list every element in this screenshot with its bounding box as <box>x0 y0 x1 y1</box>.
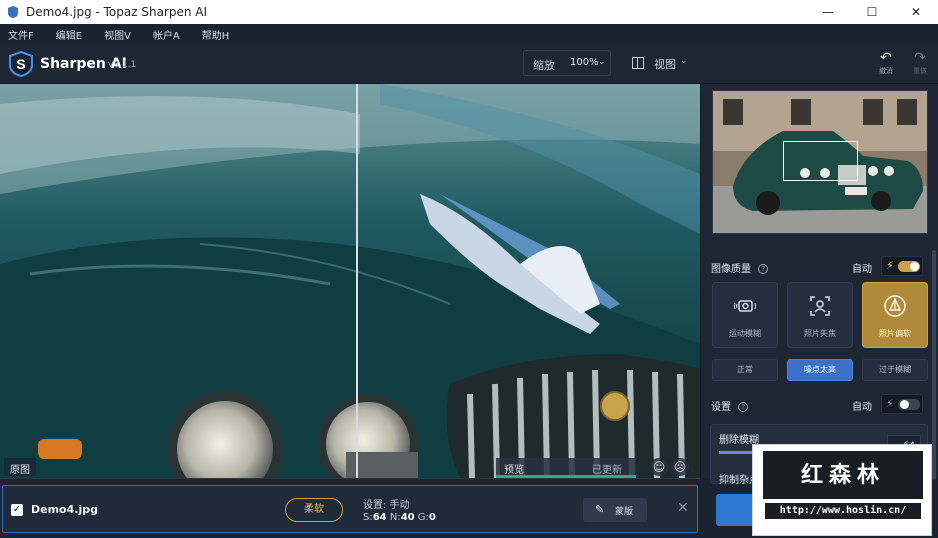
g-label: G: <box>417 512 429 523</box>
view-dropdown[interactable]: 视图 ⌄ <box>622 50 694 76</box>
neutral-face-icon[interactable]: ☹ <box>671 458 689 476</box>
auto-quality-label: 自动 <box>852 264 872 275</box>
menu-edit[interactable]: 编辑E <box>56 27 82 42</box>
undo-label: 撤消 <box>879 67 893 75</box>
preview-status: 预览 已更新 <box>496 458 636 476</box>
settings-title: 设置 ? <box>711 398 749 413</box>
car-photo <box>0 84 700 478</box>
minimize-button[interactable]: — <box>806 0 850 24</box>
happy-face-icon[interactable]: ☺ <box>650 458 668 476</box>
image-quality-title: 图像质量 ? <box>711 260 769 275</box>
menu-account[interactable]: 帐户A <box>153 27 180 42</box>
window-controls: — ☐ ✕ <box>806 0 938 24</box>
redo-label: 重做 <box>913 67 927 75</box>
n-value: 40 <box>400 512 415 523</box>
noise-high-button[interactable]: 噪点太高 <box>787 359 853 381</box>
watermark-title: 红森林 <box>763 451 923 499</box>
lightning-icon: ⚡ <box>886 259 894 272</box>
file-list-bar: ✓ Demo4.jpg 柔软 设置: 手动 S:64 N:40 G:0 ✎ 蒙版… <box>0 478 700 538</box>
mode-out-of-focus-label: 照片失焦 <box>804 329 836 338</box>
mask-label: 蒙版 <box>615 507 634 517</box>
settings-info: 设置: 手动 <box>363 500 410 511</box>
noise-normal-button[interactable]: 正常 <box>712 359 778 381</box>
app-logo-icon <box>8 6 18 18</box>
mode-motion-blur-label: 运动模糊 <box>729 329 761 338</box>
view-label: 视图 <box>654 58 676 71</box>
toggle-knob <box>900 400 909 409</box>
help-icon[interactable]: ? <box>758 264 769 274</box>
window-title: Demo4.jpg - Topaz Sharpen AI <box>26 5 208 19</box>
image-canvas[interactable]: 原图 预览 已更新 ☺ ☹ <box>0 84 700 478</box>
toggle-knob <box>910 262 919 271</box>
chevron-down-icon: ⌄ <box>680 56 688 66</box>
sharpen-logo-icon: S <box>9 51 33 77</box>
menu-help[interactable]: 帮助H <box>202 27 230 42</box>
split-view-icon <box>632 57 644 69</box>
noise-blurry-button[interactable]: 过于模糊 <box>862 359 928 381</box>
panel-scrollbar[interactable] <box>932 250 936 480</box>
title-bar: Demo4.jpg - Topaz Sharpen AI — ☐ ✕ <box>0 0 938 24</box>
auto-quality-toggle[interactable]: ⚡ <box>881 256 923 276</box>
mode-too-soft[interactable]: 照片偏软 <box>862 282 928 348</box>
menu-bar: 文件F 编辑E 视图V 帐户A 帮助H <box>0 24 938 44</box>
watermark: 红森林 http://www.hoslin.cn/ <box>752 444 932 536</box>
preview-label: 预览 <box>504 465 524 476</box>
zoom-label: 缩放 <box>533 59 555 72</box>
image-quality-label: 图像质量 <box>711 264 751 275</box>
mode-pill[interactable]: 柔软 <box>285 498 343 522</box>
file-row[interactable]: ✓ Demo4.jpg 柔软 设置: 手动 S:64 N:40 G:0 ✎ 蒙版… <box>2 485 698 533</box>
watermark-url: http://www.hoslin.cn/ <box>765 503 921 519</box>
menu-view[interactable]: 视图V <box>104 27 131 42</box>
out-of-focus-icon <box>810 296 830 316</box>
settings-auto-toggle[interactable]: ⚡ <box>881 394 923 414</box>
motion-blur-icon <box>734 300 756 312</box>
mode-too-soft-label: 照片偏软 <box>879 329 911 338</box>
toggle-track <box>898 399 920 410</box>
zoom-dropdown[interactable]: 缩放 100% ⌄ <box>523 50 611 76</box>
header-bar: S Sharpen AI v3.1.1 缩放 100% ⌄ 视图 ⌄ ↶ 撤消 … <box>0 44 938 84</box>
file-checkbox[interactable]: ✓ <box>11 504 23 516</box>
redo-button[interactable]: ↷ 重做 <box>907 50 933 80</box>
g-value: 0 <box>428 512 436 523</box>
navigator-thumbnail[interactable] <box>712 90 928 234</box>
settings-label: 设置 <box>711 402 731 413</box>
settings-stats: S:64 N:40 G:0 <box>363 512 436 523</box>
chevron-down-icon: ⌄ <box>598 57 606 67</box>
toggle-track <box>898 261 920 272</box>
app-window: Demo4.jpg - Topaz Sharpen AI — ☐ ✕ 文件F 编… <box>0 0 938 538</box>
redo-icon: ↷ <box>914 50 926 66</box>
mode-out-of-focus[interactable]: 照片失焦 <box>787 282 853 348</box>
app-version: v3.1.1 <box>108 60 137 70</box>
n-label: N: <box>389 512 401 523</box>
mask-button[interactable]: ✎ 蒙版 <box>583 498 647 522</box>
right-panel: 图像质量 ? 自动 ⚡ 运动模糊 照片失焦 照片偏软 正常 噪点太高 过于模糊 … <box>700 84 938 478</box>
split-divider[interactable] <box>356 84 358 478</box>
settings-auto-label: 自动 <box>852 402 872 413</box>
s-value: 64 <box>372 512 387 523</box>
help-icon[interactable]: ? <box>738 402 749 412</box>
file-name: Demo4.jpg <box>31 503 98 516</box>
original-label: 原图 <box>4 458 36 476</box>
lightning-icon: ⚡ <box>886 397 894 410</box>
menu-file[interactable]: 文件F <box>8 27 34 42</box>
too-soft-icon <box>884 295 906 317</box>
svg-text:S: S <box>16 56 25 72</box>
brush-icon: ✎ <box>595 503 605 516</box>
undo-icon: ↶ <box>880 50 892 66</box>
close-window-button[interactable]: ✕ <box>894 0 938 24</box>
updated-label: 已更新 <box>592 465 622 476</box>
undo-button[interactable]: ↶ 撤消 <box>873 50 899 80</box>
remove-file-icon[interactable]: ✕ <box>677 500 689 516</box>
navigator-viewport[interactable] <box>783 141 858 181</box>
maximize-button[interactable]: ☐ <box>850 0 894 24</box>
s-label: S: <box>363 512 373 523</box>
mode-motion-blur[interactable]: 运动模糊 <box>712 282 778 348</box>
zoom-value: 100% <box>570 57 599 68</box>
